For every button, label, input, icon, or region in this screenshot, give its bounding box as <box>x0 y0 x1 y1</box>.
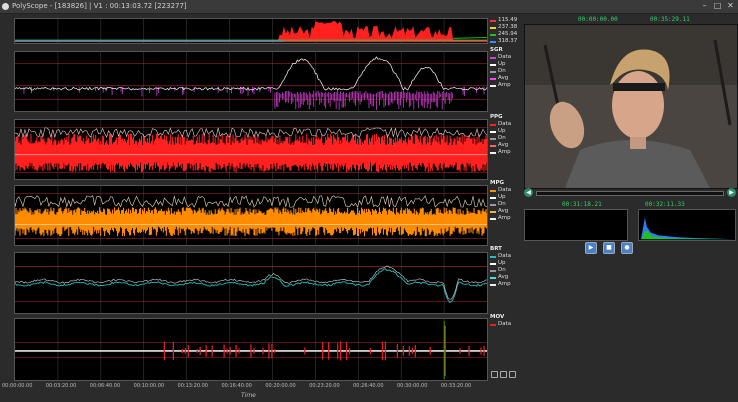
brt-data <box>15 268 487 304</box>
close-icon[interactable]: ✕ <box>726 1 735 10</box>
cursor-time: 00:31:18.21 <box>562 201 602 208</box>
record-icon[interactable]: ● <box>621 242 633 254</box>
mov-title: MOV <box>490 314 505 320</box>
time-axis-title: Time <box>241 392 256 399</box>
mpg-legend: MPG Data Up Dn Avg Amp <box>490 180 511 222</box>
legend-item: Up <box>498 128 506 134</box>
legend-item: Data <box>498 253 512 259</box>
overview-fill <box>15 20 487 43</box>
zoom-fit-icon[interactable] <box>491 371 498 378</box>
legend-item: Up <box>498 194 506 200</box>
mpg-title: MPG <box>490 180 505 186</box>
mpg-up <box>15 195 487 208</box>
zoom-controls <box>491 371 516 378</box>
forward-icon[interactable]: ▶ <box>727 188 736 197</box>
legend-item: Dn <box>498 68 506 74</box>
legend-item: Dn <box>498 201 506 207</box>
video-player[interactable] <box>524 24 738 189</box>
maximize-icon[interactable]: □ <box>713 1 722 10</box>
legend-item: 115.49 <box>490 17 517 24</box>
legend-item: Avg <box>498 274 509 280</box>
video-start-time: 00:00:00.00 <box>578 16 618 23</box>
ppg-data <box>15 133 487 173</box>
legend-item: 237.38 <box>490 24 517 31</box>
sgr-data <box>23 86 485 110</box>
legend-item: Avg <box>498 208 509 214</box>
mpg-data <box>15 207 487 237</box>
waveform-preview <box>524 209 628 241</box>
minimize-icon[interactable]: – <box>700 1 709 10</box>
sgr-legend: SGR Data Up Dn Avg Amp <box>490 47 511 89</box>
histogram-plot <box>640 217 734 240</box>
rewind-icon[interactable]: ◀ <box>524 188 533 197</box>
playback-controls: ▶ ■ ● <box>585 242 633 254</box>
time-tick-label: 00:20:00.00 <box>265 383 296 389</box>
time-tick-label: 00:26:40.00 <box>353 383 384 389</box>
signal-plot <box>15 186 487 245</box>
time-tick-label: 00:30:00.00 <box>397 383 428 389</box>
cursor-total: 00:32:11.33 <box>645 201 685 208</box>
video-seek-bar[interactable]: ◀ ▶ <box>524 188 736 197</box>
mov-panel[interactable] <box>14 318 488 381</box>
zoom-in-icon[interactable] <box>509 371 516 378</box>
overview-panel[interactable] <box>14 18 488 44</box>
ppg-panel[interactable] <box>14 119 488 180</box>
legend-item: Data <box>498 54 512 60</box>
legend-item: Data <box>498 121 512 127</box>
overview-legend: 115.49 237.38 245.94 318.37 <box>490 17 517 45</box>
video-frame <box>525 25 737 188</box>
legend-item: Data <box>498 321 512 327</box>
legend-item: Avg <box>498 75 509 81</box>
brt-panel[interactable] <box>14 252 488 314</box>
time-tick-label: 00:06:40.00 <box>89 383 121 389</box>
legend-item: Amp <box>498 149 511 155</box>
time-tick-label: 00:23:20.00 <box>309 383 340 389</box>
signal-plot <box>15 253 487 313</box>
window-controls: – □ ✕ <box>700 1 735 10</box>
mpg-panel[interactable] <box>14 185 488 246</box>
legend-item: 245.94 <box>490 31 517 38</box>
time-tick-label: 00:00:00.00 <box>2 383 33 389</box>
histogram-fill <box>640 217 734 240</box>
legend-item: Dn <box>498 135 506 141</box>
legend-item: Up <box>498 61 506 67</box>
mov-legend: MOV Data <box>490 314 511 328</box>
play-icon[interactable]: ▶ <box>585 242 597 254</box>
time-axis-labels: 00:00:00.00 00:03:20.00 00:06:40.00 00:10:0… <box>0 383 500 391</box>
signal-plot <box>15 319 487 380</box>
window-title: PolyScope - [183826] | V1 : 00:13:03.72 … <box>12 2 187 10</box>
ppg-title: PPG <box>490 114 503 120</box>
histogram-preview <box>638 209 736 241</box>
legend-item: Dn <box>498 267 506 273</box>
legend-item: Amp <box>498 281 511 287</box>
legend-item: Data <box>498 187 512 193</box>
brt-title: BRT <box>490 246 502 252</box>
video-end-time: 00:35:29.11 <box>650 16 690 23</box>
sgr-up <box>15 56 487 91</box>
time-tick-label: 00:33:20.00 <box>440 383 472 389</box>
time-tick-label: 00:13:20.00 <box>177 383 208 389</box>
stop-icon[interactable]: ■ <box>603 242 615 254</box>
legend-item: Up <box>498 260 506 266</box>
time-tick-label: 00:10:00.00 <box>133 383 165 389</box>
zoom-out-icon[interactable] <box>500 371 507 378</box>
signal-plot <box>15 52 487 111</box>
signal-plot <box>15 19 487 43</box>
legend-item: Amp <box>498 82 511 88</box>
ppg-legend: PPG Data Up Dn Avg Amp <box>490 114 511 156</box>
sgr-title: SGR <box>490 47 503 53</box>
seek-track[interactable] <box>536 191 724 196</box>
legend-item: Amp <box>498 215 511 221</box>
title-bar: PolyScope - [183826] | V1 : 00:13:03.72 … <box>0 0 738 14</box>
app-logo-icon <box>2 3 9 10</box>
time-tick-label: 00:03:20.00 <box>45 383 77 389</box>
legend-item: 318.37 <box>490 38 517 45</box>
legend-item: Avg <box>498 142 509 148</box>
overview-fill <box>453 37 487 39</box>
sgr-panel[interactable] <box>14 51 488 112</box>
time-tick-label: 00:16:40.00 <box>221 383 252 389</box>
brt-legend: BRT Data Up Dn Avg Amp <box>490 246 511 288</box>
signal-plot <box>15 120 487 179</box>
